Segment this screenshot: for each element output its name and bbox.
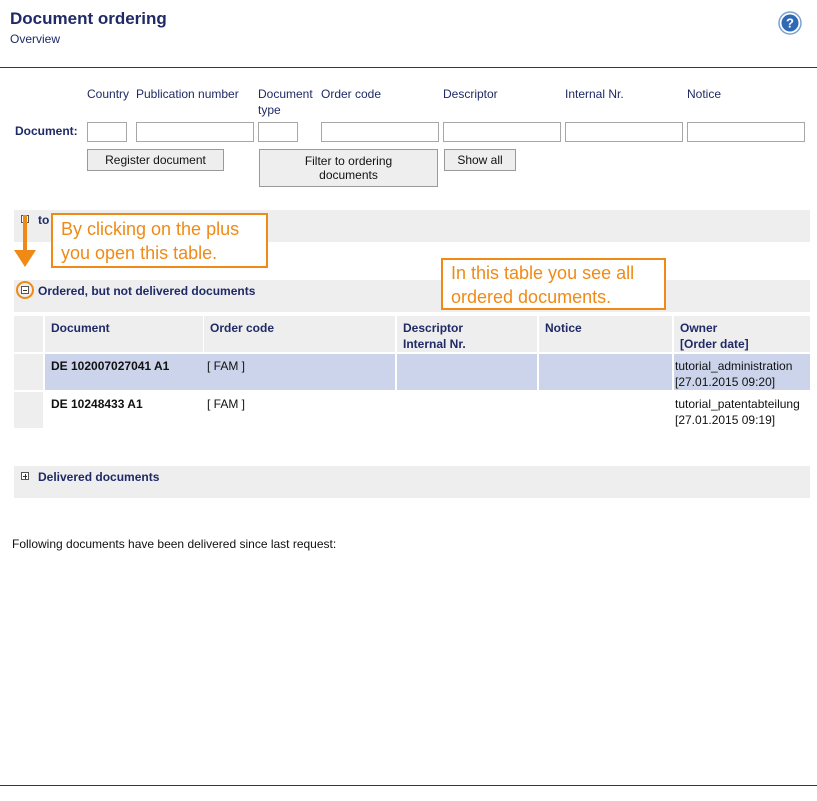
order-date: [27.01.2015 09:19]: [675, 413, 776, 427]
page-subtitle: Overview: [10, 32, 61, 46]
table-cell-order-code: [ FAM ]: [207, 397, 246, 411]
section-first-title: to: [38, 213, 50, 227]
table-cell-owner: tutorial_administration [27.01.2015 09:2…: [674, 354, 810, 390]
owner-name: tutorial_administration: [675, 359, 793, 373]
internal-nr-input[interactable]: [565, 122, 683, 142]
svg-text:?: ?: [786, 16, 794, 31]
plus-hint-callout: By clicking on the plus you open this ta…: [51, 213, 268, 268]
section-delivered-title: Delivered documents: [38, 470, 160, 484]
footer-divider: [0, 785, 817, 786]
show-all-button[interactable]: Show all: [444, 149, 516, 171]
expand-toggle-icon[interactable]: [21, 472, 29, 480]
page-title: Document ordering: [10, 9, 167, 28]
label-document-type: Document type: [258, 87, 313, 117]
label-descriptor: Descriptor: [443, 87, 498, 101]
notice-input[interactable]: [687, 122, 805, 142]
highlight-circle-icon: [16, 281, 34, 299]
delivery-note: Following documents have been delivered …: [12, 537, 337, 551]
label-notice: Notice: [687, 87, 722, 101]
table-cell-owner: tutorial_patentabteilung [27.01.2015 09:…: [674, 392, 817, 428]
table-cell-order-code: [ FAM ]: [207, 359, 246, 373]
table-hint-callout: In this table you see all ordered docume…: [441, 258, 666, 310]
label-internal-nr: Internal Nr.: [565, 87, 624, 101]
arrow-head-icon: [14, 250, 36, 267]
owner-name: tutorial_patentabteilung: [675, 397, 800, 411]
order-date: [27.01.2015 09:20]: [675, 375, 776, 389]
table-cell-notice: [539, 354, 672, 390]
column-header-descriptor: Descriptor Internal Nr.: [397, 316, 537, 352]
arrow-down-icon: [23, 215, 27, 253]
section-ordered-not-delivered-title: Ordered, but not delivered documents: [38, 284, 256, 298]
country-input[interactable]: [87, 122, 127, 142]
publication-number-input[interactable]: [136, 122, 254, 142]
column-header-notice: Notice: [539, 316, 672, 352]
label-country: Country: [87, 87, 130, 101]
help-icon[interactable]: ?: [778, 11, 802, 35]
table-cell-document[interactable]: DE 10248433 A1: [45, 392, 203, 428]
filter-ordering-documents-button[interactable]: Filter to ordering documents: [259, 149, 438, 187]
label-publication-number: Publication number: [136, 87, 239, 101]
label-order-code: Order code: [321, 87, 382, 101]
row-marker: [14, 392, 43, 428]
column-header-order-code: Order code: [204, 316, 395, 352]
table-header-spacer: [14, 316, 43, 352]
document-type-input[interactable]: [258, 122, 298, 142]
column-header-owner: Owner [Order date]: [674, 316, 810, 352]
descriptor-input[interactable]: [443, 122, 561, 142]
row-marker: [14, 354, 43, 390]
order-code-input[interactable]: [321, 122, 439, 142]
table-cell-descriptor: [397, 354, 537, 390]
header-divider: [0, 67, 817, 68]
table-cell-notice: [539, 392, 672, 428]
document-row-label: Document:: [15, 124, 78, 138]
table-cell-descriptor: [397, 392, 537, 428]
register-document-button[interactable]: Register document: [87, 149, 224, 171]
column-header-document: Document: [45, 316, 203, 352]
